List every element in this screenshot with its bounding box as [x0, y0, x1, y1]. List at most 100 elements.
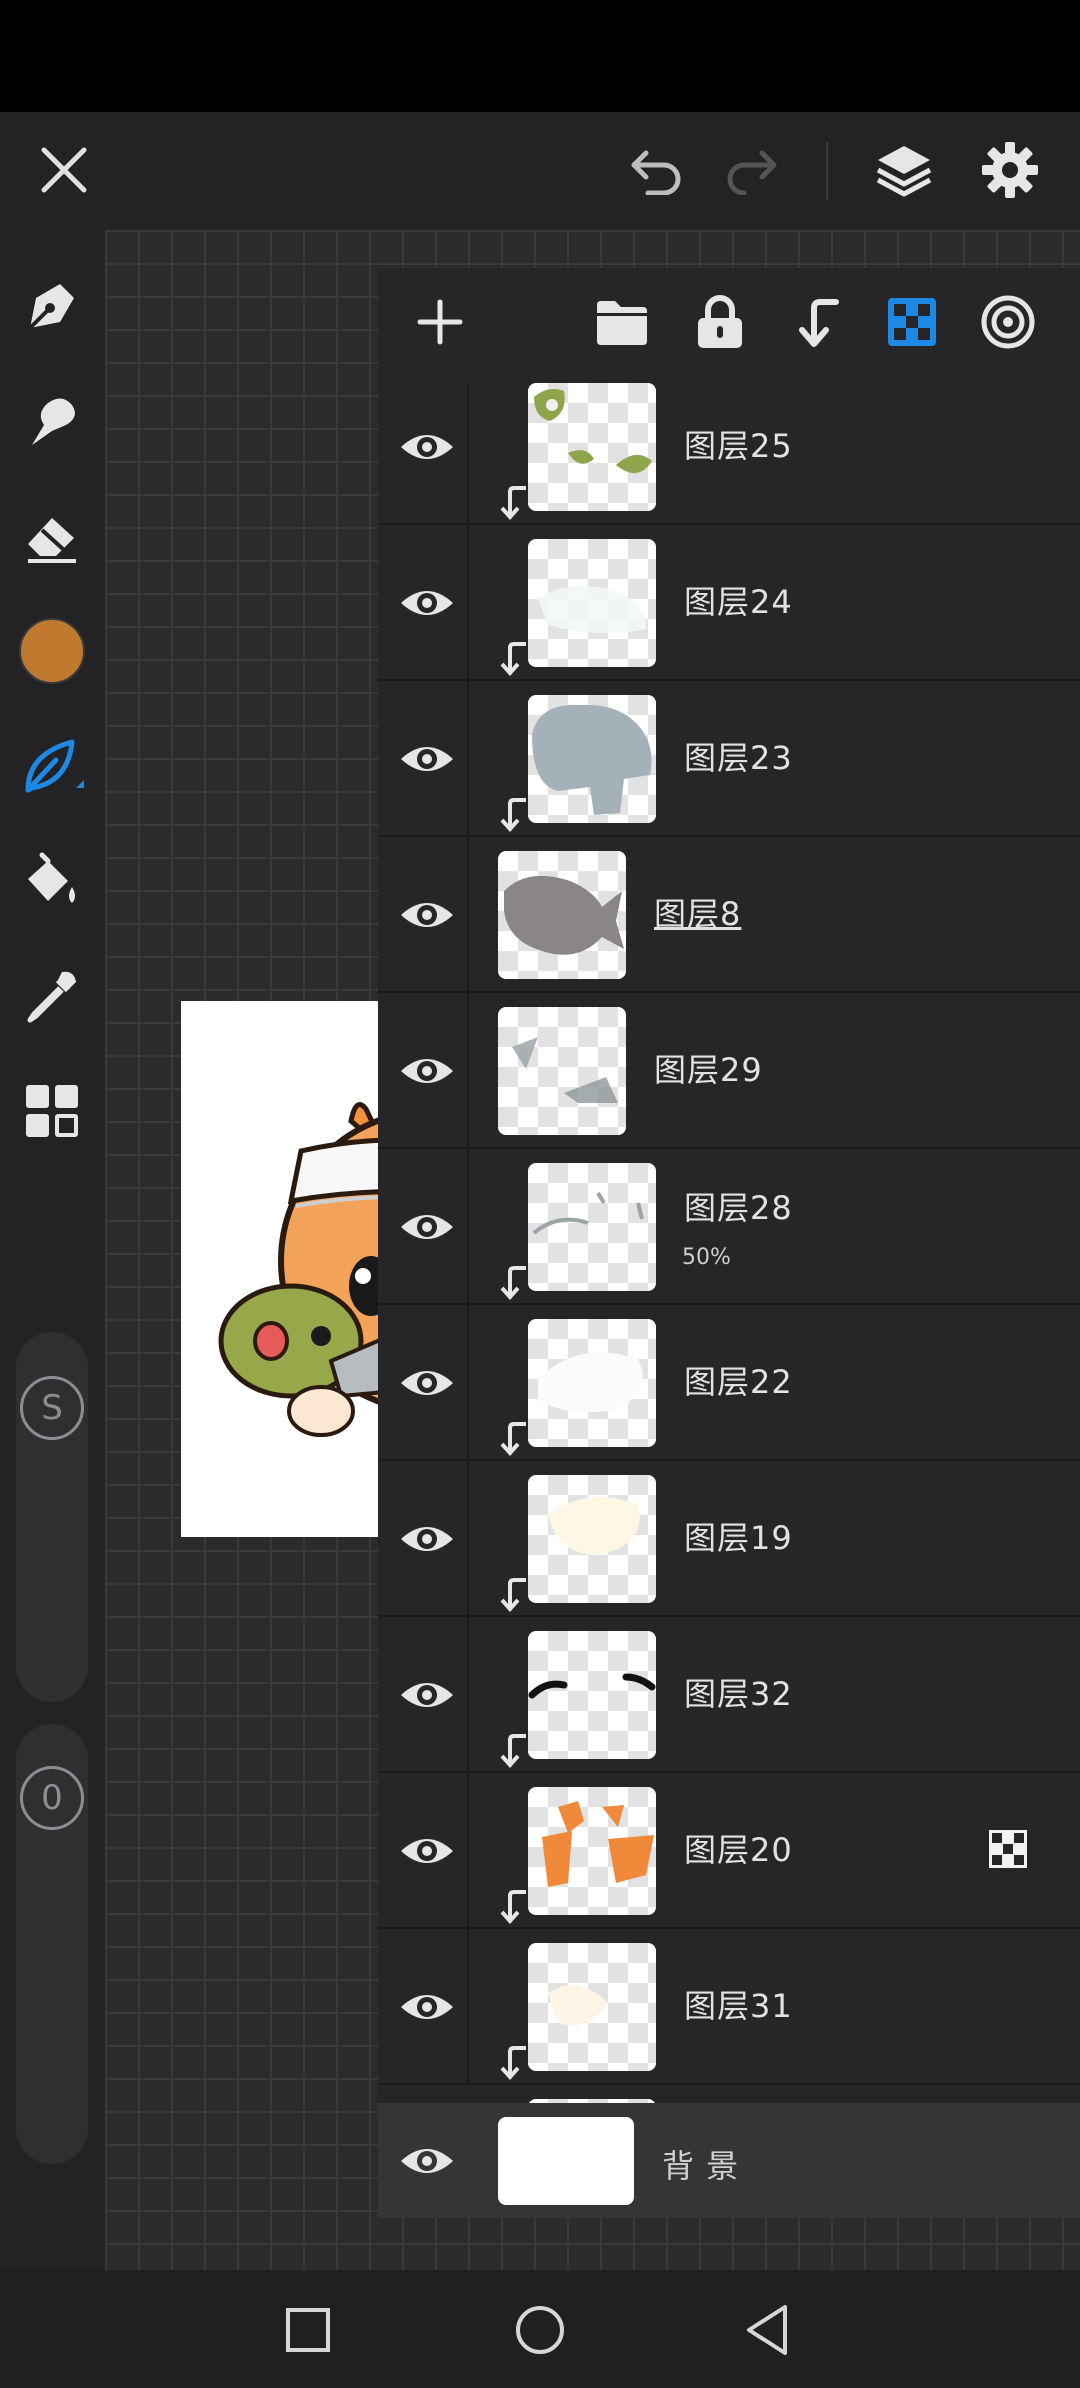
layer-row[interactable]: 图层31	[378, 1929, 1080, 2085]
opacity-knob[interactable]: 0	[20, 1766, 84, 1830]
row-separator	[467, 525, 469, 681]
row-separator	[467, 1305, 469, 1461]
layer-thumbnail[interactable]	[528, 1163, 656, 1291]
gallery-grid-icon[interactable]	[16, 1075, 88, 1147]
add-layer-icon[interactable]	[408, 290, 472, 354]
clipped-arrow-icon	[500, 1266, 526, 1300]
undo-icon[interactable]	[620, 134, 692, 206]
layer-thumbnail[interactable]	[528, 539, 656, 667]
layer-row-partial	[378, 2085, 1080, 2103]
layer-thumbnail[interactable]	[528, 1475, 656, 1603]
lock-icon[interactable]	[688, 290, 752, 354]
layer-name: 图层29	[654, 1051, 763, 1089]
alpha-lock-checker-icon[interactable]	[880, 290, 944, 354]
layer-name: 图层28	[684, 1189, 793, 1227]
visibility-eye-icon[interactable]	[398, 2133, 456, 2189]
clipping-mask-icon[interactable]	[784, 290, 848, 354]
layer-thumbnail[interactable]	[528, 1787, 656, 1915]
layer-thumbnail[interactable]	[498, 1007, 626, 1135]
layer-thumbnail[interactable]	[528, 1319, 656, 1447]
fill-bucket-icon[interactable]	[16, 845, 88, 917]
visibility-eye-icon[interactable]	[398, 1667, 456, 1723]
layer-name: 图层32	[684, 1675, 793, 1713]
layer-name: 图层8	[654, 895, 742, 933]
visibility-eye-icon[interactable]	[398, 1511, 456, 1567]
layer-opacity: 50%	[682, 1245, 731, 1270]
status-bar	[0, 0, 1080, 112]
color-swatch[interactable]	[16, 615, 88, 687]
layer-name: 图层24	[684, 583, 793, 621]
layer-row[interactable]: 图层23	[378, 681, 1080, 837]
smudge-tool-icon[interactable]	[16, 385, 88, 457]
clipped-arrow-icon	[500, 1890, 526, 1924]
eraser-tool-icon[interactable]	[16, 500, 88, 572]
layer-name: 图层25	[684, 427, 793, 465]
visibility-eye-icon[interactable]	[398, 887, 456, 943]
topbar-divider	[826, 142, 828, 200]
layer-row[interactable]: 图层24	[378, 525, 1080, 681]
back-triangle-icon[interactable]	[736, 2298, 800, 2362]
pen-tool-icon[interactable]	[16, 270, 88, 342]
layer-thumbnail[interactable]	[528, 383, 656, 511]
row-separator	[467, 383, 469, 525]
layer-row[interactable]: 图层20	[378, 1773, 1080, 1929]
clipped-arrow-icon	[500, 798, 526, 832]
clipped-arrow-icon	[500, 486, 526, 520]
row-separator	[467, 1617, 469, 1773]
reference-target-icon[interactable]	[976, 290, 1040, 354]
eyedropper-icon[interactable]	[16, 960, 88, 1032]
layer-thumbnail[interactable]	[528, 695, 656, 823]
layer-name: 图层20	[684, 1831, 793, 1869]
folder-icon[interactable]	[590, 290, 654, 354]
row-separator	[467, 1773, 469, 1929]
layer-row[interactable]: 图层19	[378, 1461, 1080, 1617]
clipped-arrow-icon	[500, 642, 526, 676]
clipped-arrow-icon	[500, 2046, 526, 2080]
layer-row[interactable]: 图层32	[378, 1617, 1080, 1773]
row-separator	[467, 1461, 469, 1617]
recents-square-icon[interactable]	[276, 2298, 340, 2362]
clipped-arrow-icon	[500, 1578, 526, 1612]
system-nav-bar	[0, 2270, 1080, 2388]
layers-panel-header	[378, 268, 1080, 383]
visibility-eye-icon[interactable]	[398, 1355, 456, 1411]
brush-leaf-icon[interactable]	[16, 730, 88, 802]
row-separator	[467, 993, 469, 1149]
home-circle-icon[interactable]	[508, 2298, 572, 2362]
row-separator	[467, 1149, 469, 1305]
layer-thumbnail[interactable]	[528, 1943, 656, 2071]
brush-size-knob[interactable]: S	[20, 1376, 84, 1440]
visibility-eye-icon[interactable]	[398, 1199, 456, 1255]
visibility-eye-icon[interactable]	[398, 1823, 456, 1879]
layer-row[interactable]: 图层28 50%	[378, 1149, 1080, 1305]
brush-size-label: S	[41, 1388, 63, 1428]
visibility-eye-icon[interactable]	[398, 575, 456, 631]
layer-row[interactable]: 图层8	[378, 837, 1080, 993]
redo-icon[interactable]	[716, 134, 788, 206]
close-icon[interactable]	[28, 134, 100, 206]
layer-list: 图层25 图层24 图层23 图层8 图层29 图层28 50% 图层22 图层…	[378, 383, 1080, 2103]
clipped-arrow-icon	[500, 1422, 526, 1456]
visibility-eye-icon[interactable]	[398, 1043, 456, 1099]
layers-icon[interactable]	[868, 132, 940, 208]
settings-gear-icon[interactable]	[974, 132, 1046, 208]
clipped-arrow-icon	[500, 1734, 526, 1768]
layer-row[interactable]: 图层22	[378, 1305, 1080, 1461]
row-separator	[467, 681, 469, 837]
layer-name: 图层19	[684, 1519, 793, 1557]
visibility-eye-icon[interactable]	[398, 419, 456, 475]
layer-row[interactable]: 图层25	[378, 383, 1080, 525]
background-color-swatch[interactable]	[498, 2117, 634, 2205]
visibility-eye-icon[interactable]	[398, 731, 456, 787]
layer-thumbnail[interactable]	[498, 851, 626, 979]
visibility-eye-icon[interactable]	[398, 1979, 456, 2035]
alpha-lock-icon	[989, 1830, 1027, 1868]
layer-row[interactable]: 图层29	[378, 993, 1080, 1149]
layer-thumbnail[interactable]	[528, 1631, 656, 1759]
row-separator	[467, 1929, 469, 2085]
row-separator	[467, 837, 469, 993]
layer-name: 图层22	[684, 1363, 793, 1401]
background-layer-row[interactable]: 背 景	[378, 2103, 1080, 2218]
layer-name: 图层31	[684, 1987, 793, 2025]
background-layer-name: 背 景	[662, 2147, 740, 2185]
